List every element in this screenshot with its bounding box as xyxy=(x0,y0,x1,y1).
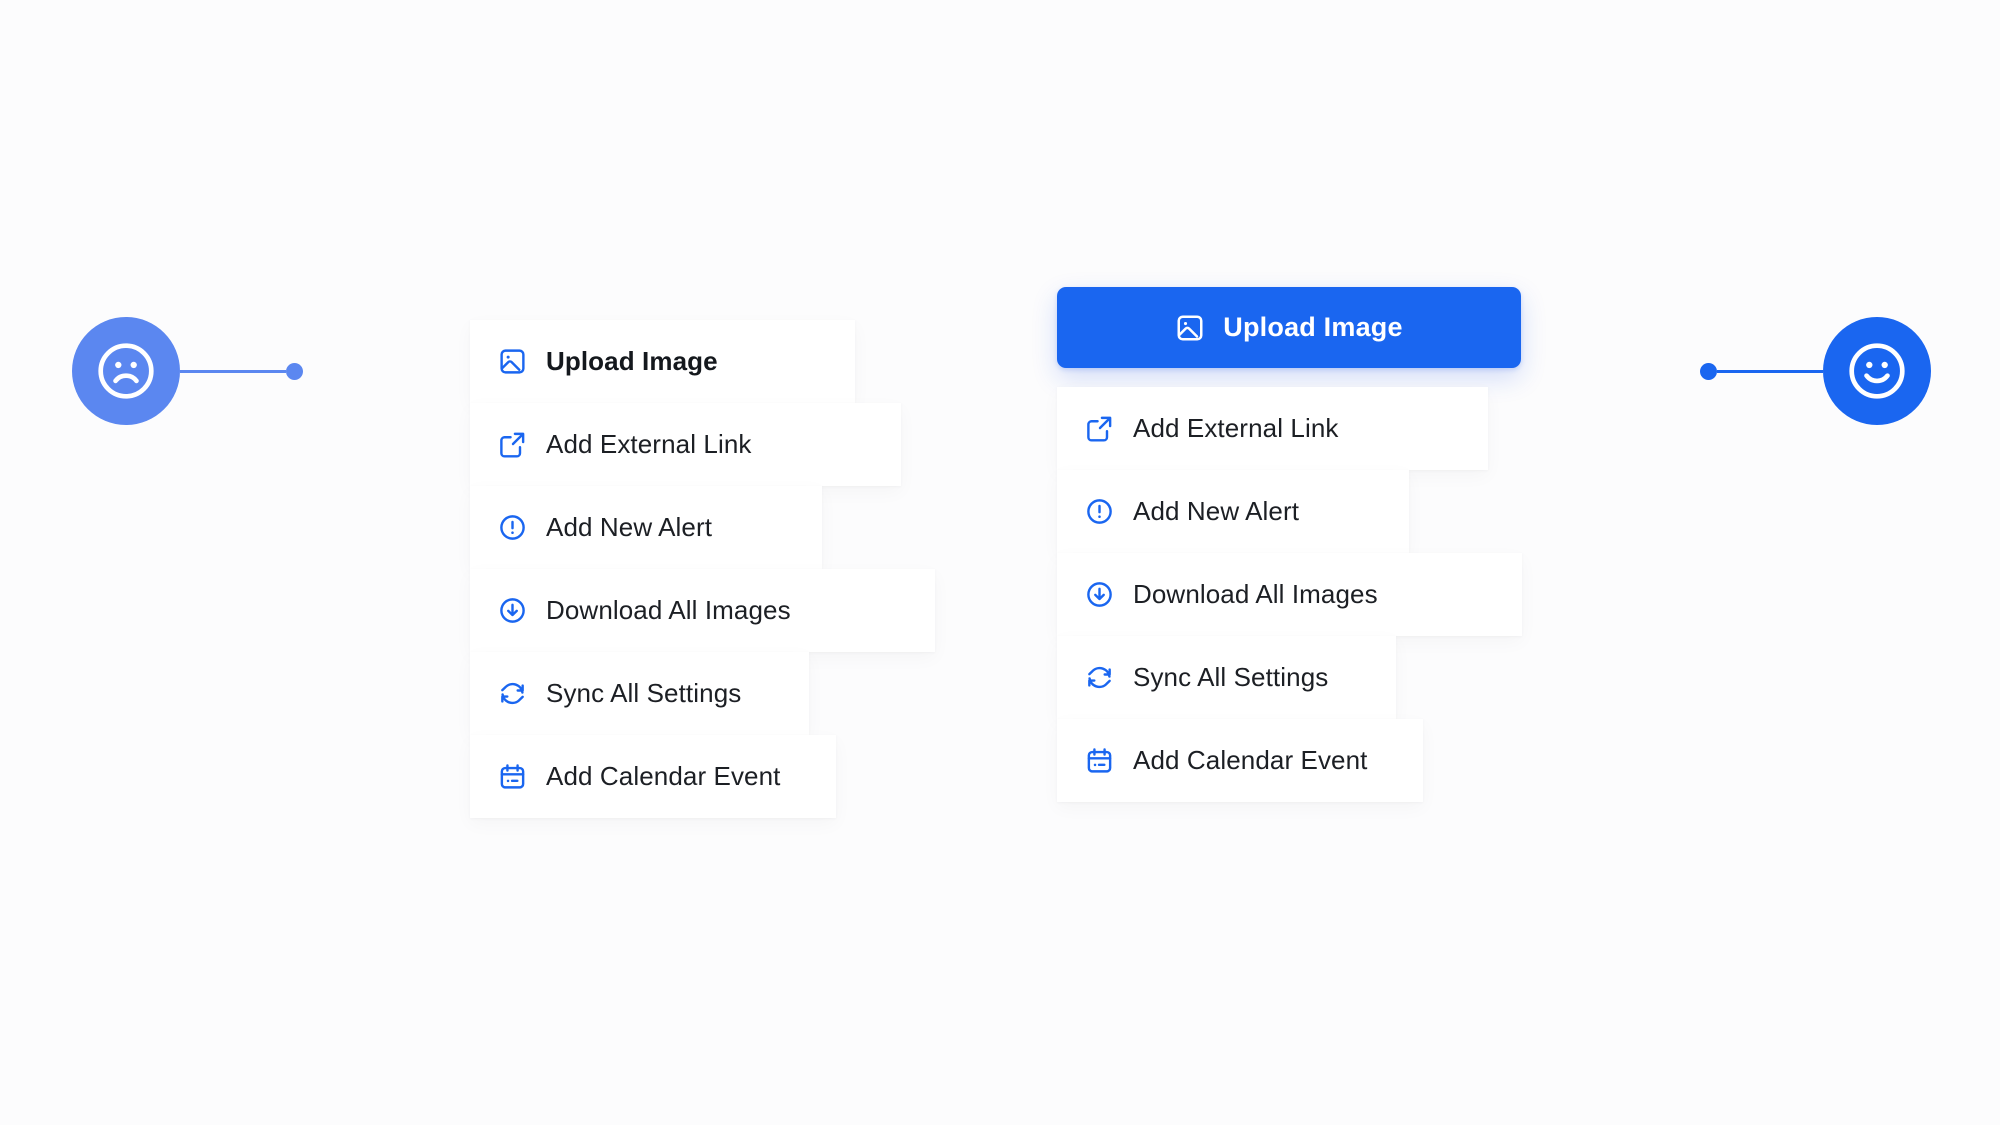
connector-line xyxy=(1717,369,1823,373)
menu-item-label: Add New Alert xyxy=(546,512,713,542)
download-icon xyxy=(498,596,527,625)
menu-item-label: Add Calendar Event xyxy=(546,761,781,791)
comparison-stage: Upload Image Add External Link Add New A… xyxy=(0,0,2000,1125)
sad-face-icon xyxy=(93,338,159,404)
menu-item-label: Add New Alert xyxy=(1133,496,1300,526)
menu-with-primary-action: Upload Image Add External Link Add New A… xyxy=(1057,287,1522,802)
menu-item-sync-all-settings[interactable]: Sync All Settings xyxy=(470,652,809,735)
menu-item-download-all-images[interactable]: Download All Images xyxy=(1057,553,1522,636)
sync-icon xyxy=(1085,663,1114,692)
menu-item-label: Upload Image xyxy=(546,346,718,376)
menu-item-add-new-alert[interactable]: Add New Alert xyxy=(1057,470,1409,553)
happy-face-marker xyxy=(1700,317,1931,425)
connector-endpoint-dot xyxy=(1700,362,1717,380)
happy-marker-connector xyxy=(1700,362,1823,380)
download-icon xyxy=(1085,580,1114,609)
menu-item-add-calendar-event[interactable]: Add Calendar Event xyxy=(1057,719,1423,802)
menu-item-label: Sync All Settings xyxy=(1133,662,1329,692)
image-icon xyxy=(1175,313,1205,343)
sad-marker-connector xyxy=(180,362,303,380)
external-link-icon xyxy=(498,430,527,459)
happy-face-icon xyxy=(1844,338,1910,404)
upload-image-button-label: Upload Image xyxy=(1223,312,1403,342)
alert-circle-icon xyxy=(498,513,527,542)
connector-endpoint-dot xyxy=(286,362,303,380)
image-icon xyxy=(498,347,527,376)
menu-item-label: Download All Images xyxy=(546,595,791,625)
menu-item-label: Sync All Settings xyxy=(546,678,742,708)
menu-item-label: Add External Link xyxy=(546,429,752,459)
connector-line xyxy=(180,369,286,373)
menu-item-add-external-link[interactable]: Add External Link xyxy=(1057,387,1488,470)
menu-item-upload-image[interactable]: Upload Image xyxy=(470,320,855,403)
menu-item-sync-all-settings[interactable]: Sync All Settings xyxy=(1057,636,1396,719)
menu-item-label: Add External Link xyxy=(1133,413,1339,443)
menu-item-download-all-images[interactable]: Download All Images xyxy=(470,569,935,652)
sync-icon xyxy=(498,679,527,708)
menu-item-label: Add Calendar Event xyxy=(1133,745,1368,775)
calendar-icon xyxy=(1085,746,1114,775)
menu-item-label: Download All Images xyxy=(1133,579,1378,609)
menu-item-add-external-link[interactable]: Add External Link xyxy=(470,403,901,486)
menu-item-add-new-alert[interactable]: Add New Alert xyxy=(470,486,822,569)
sad-face-marker xyxy=(72,317,303,425)
upload-image-button[interactable]: Upload Image xyxy=(1057,287,1521,368)
happy-face-bubble xyxy=(1823,317,1931,425)
menu-item-add-calendar-event[interactable]: Add Calendar Event xyxy=(470,735,836,818)
menu-without-primary-action: Upload Image Add External Link Add New A… xyxy=(470,320,935,818)
external-link-icon xyxy=(1085,414,1114,443)
alert-circle-icon xyxy=(1085,497,1114,526)
calendar-icon xyxy=(498,762,527,791)
sad-face-bubble xyxy=(72,317,180,425)
